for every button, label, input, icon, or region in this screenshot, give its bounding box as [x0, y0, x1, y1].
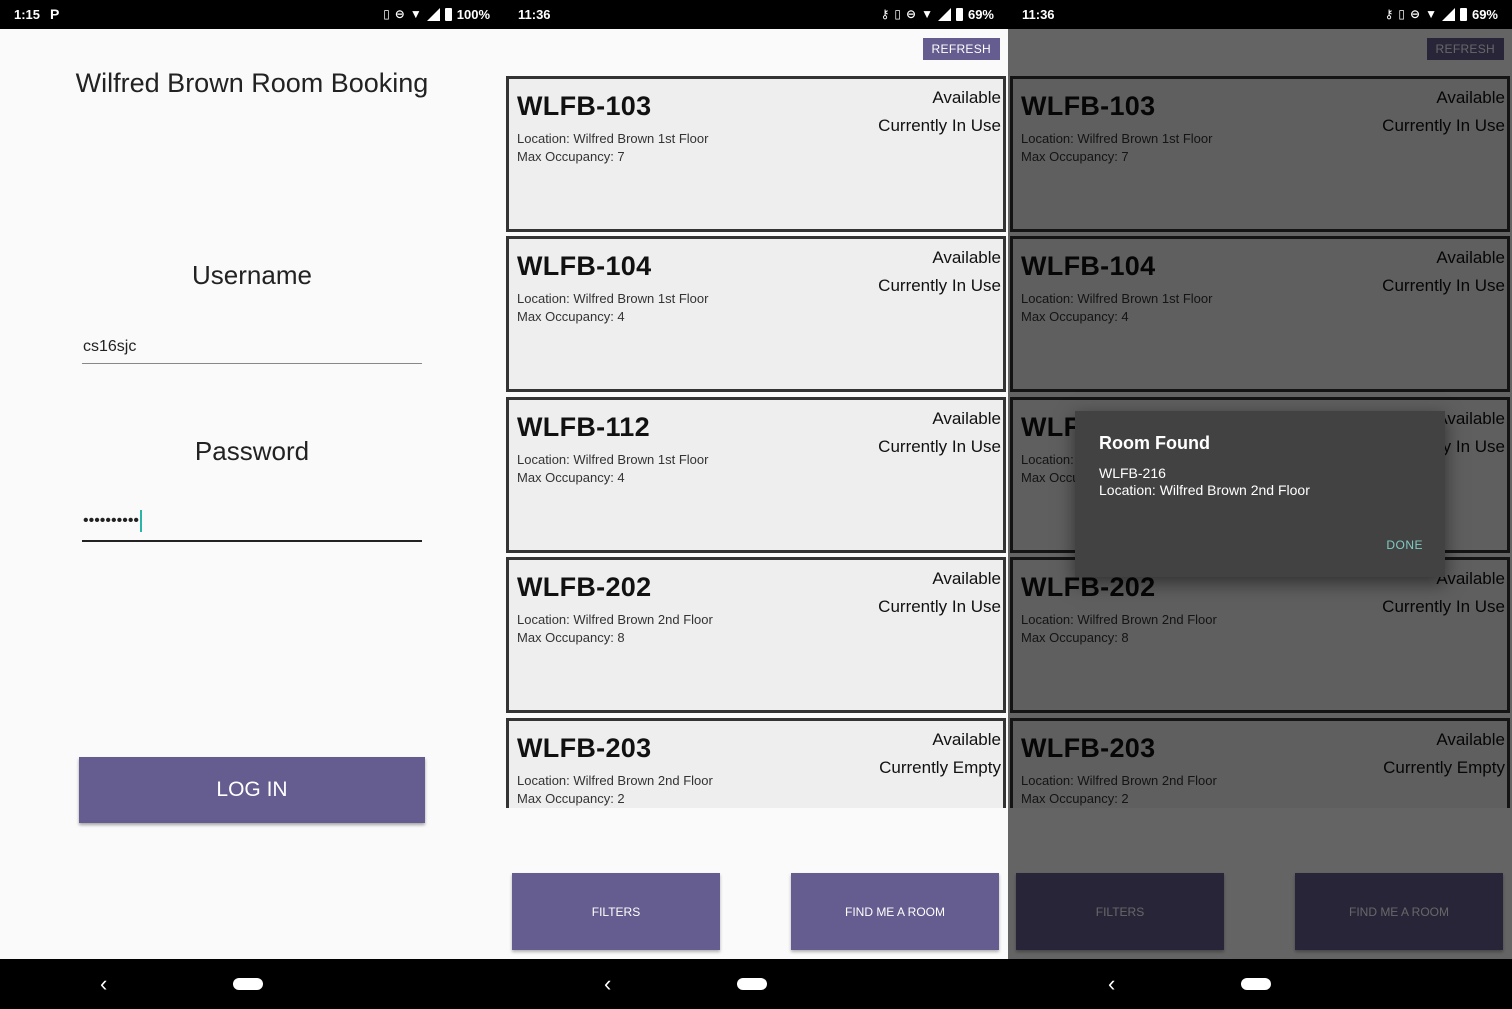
room-name: WLFB-202 — [517, 572, 652, 602]
home-pill-icon[interactable] — [1241, 978, 1271, 990]
signal-icon — [426, 7, 440, 21]
password-value: •••••••••• — [83, 512, 140, 530]
wifi-icon: ▼ — [1425, 7, 1437, 21]
username-label: Username — [192, 260, 312, 290]
room-name: WLFB-104 — [517, 251, 652, 281]
username-underline — [82, 363, 422, 364]
username-input[interactable]: cs16sjc — [82, 338, 422, 356]
battery-percent: 69% — [967, 6, 994, 22]
room-location: Location: Wilfred Brown 1st Floor — [517, 452, 709, 467]
room-status: Currently Empty — [879, 758, 1001, 777]
room-card[interactable]: WLFB-104 Location: Wilfred Brown 1st Flo… — [506, 236, 1006, 392]
vpn-key-icon: ⚷ — [880, 7, 890, 21]
room-card[interactable]: WLFB-202 Location: Wilfred Brown 2nd Flo… — [506, 557, 1006, 713]
status-bar: 1:15 P ▯ ⊖ ▼ 100% — [0, 0, 504, 29]
room-list[interactable]: WLFB-103 Location: Wilfred Brown 1st Flo… — [506, 76, 1006, 808]
wifi-icon: ▼ — [409, 7, 422, 21]
status-time: 11:36 — [518, 7, 551, 22]
password-label: Password — [194, 436, 310, 466]
signal-icon — [937, 7, 951, 21]
home-pill-icon[interactable] — [233, 978, 263, 990]
dialog-room-name: WLFB-216 — [1099, 465, 1166, 481]
room-location: Location: Wilfred Brown 1st Floor — [517, 131, 709, 146]
room-name: WLFB-112 — [517, 412, 650, 442]
room-name: WLFB-103 — [517, 91, 652, 121]
room-status: Currently In Use — [878, 276, 1001, 295]
room-availability: Available — [932, 730, 1001, 749]
room-found-dialog: Room Found WLFB-216 Location: Wilfred Br… — [1075, 411, 1445, 577]
text-cursor — [140, 510, 143, 532]
back-icon[interactable]: ‹ — [100, 971, 107, 997]
vpn-key-icon: ⚷ — [1384, 7, 1394, 21]
nav-bar: ‹ — [1008, 959, 1512, 1009]
dialog-title: Room Found — [1099, 433, 1210, 453]
battery-icon — [444, 7, 452, 21]
room-found-screen: 11:36 ⚷ ▯ ⊖ ▼ 69% REFRESH WLFB-103 Locat… — [1008, 0, 1512, 1009]
room-list-screen: 11:36 ⚷ ▯ ⊖ ▼ 69% REFRESH WLFB-103 Locat… — [504, 0, 1008, 1009]
status-bar: 11:36 ⚷ ▯ ⊖ ▼ 69% — [1008, 0, 1512, 29]
room-occupancy: Max Occupancy: 7 — [517, 149, 625, 164]
room-card[interactable]: WLFB-203 Location: Wilfred Brown 2nd Flo… — [506, 718, 1006, 808]
refresh-button[interactable]: REFRESH — [922, 38, 1000, 60]
room-occupancy: Max Occupancy: 4 — [517, 309, 625, 324]
room-location: Location: Wilfred Brown 1st Floor — [517, 291, 709, 306]
status-time: 11:36 — [1022, 7, 1055, 22]
room-occupancy: Max Occupancy: 4 — [517, 470, 625, 485]
room-status: Currently In Use — [878, 116, 1001, 135]
parking-app-icon: P — [50, 6, 60, 22]
login-button[interactable]: LOG IN — [79, 757, 425, 823]
filters-button[interactable]: FILTERS — [512, 873, 720, 950]
vibrate-icon: ▯ — [1398, 7, 1406, 21]
battery-icon — [1459, 7, 1467, 21]
status-bar: 11:36 ⚷ ▯ ⊖ ▼ 69% — [504, 0, 1008, 29]
battery-icon — [955, 7, 963, 21]
room-name: WLFB-203 — [517, 733, 652, 763]
room-availability: Available — [932, 88, 1001, 107]
room-card[interactable]: WLFB-103 Location: Wilfred Brown 1st Flo… — [506, 76, 1006, 232]
app-title: Wilfred Brown Room Booking — [75, 68, 429, 98]
nav-bar: ‹ — [0, 959, 504, 1009]
login-screen: 1:15 P ▯ ⊖ ▼ 100% Wilfred Brown Room Boo… — [0, 0, 504, 1009]
wifi-icon: ▼ — [921, 7, 933, 21]
dnd-icon: ⊖ — [394, 7, 405, 21]
room-location: Location: Wilfred Brown 2nd Floor — [517, 773, 713, 788]
room-occupancy: Max Occupancy: 8 — [517, 630, 625, 645]
password-underline — [82, 540, 422, 542]
nav-bar: ‹ — [504, 959, 1008, 1009]
battery-percent: 100% — [456, 6, 490, 22]
find-room-button[interactable]: FIND ME A ROOM — [791, 873, 999, 950]
back-icon[interactable]: ‹ — [604, 971, 611, 997]
room-location: Location: Wilfred Brown 2nd Floor — [517, 612, 713, 627]
back-icon[interactable]: ‹ — [1108, 971, 1115, 997]
password-input[interactable]: •••••••••• — [82, 510, 422, 532]
room-availability: Available — [932, 248, 1001, 267]
done-button[interactable]: DONE — [1386, 538, 1423, 552]
room-status: Currently In Use — [878, 437, 1001, 456]
dnd-icon: ⊖ — [1410, 7, 1421, 21]
status-time: 1:15 — [14, 7, 41, 22]
room-availability: Available — [932, 409, 1001, 428]
vibrate-icon: ▯ — [383, 7, 390, 21]
room-card[interactable]: WLFB-112 Location: Wilfred Brown 1st Flo… — [506, 397, 1006, 553]
dialog-room-location: Location: Wilfred Brown 2nd Floor — [1099, 482, 1310, 498]
signal-icon — [1441, 7, 1455, 21]
vibrate-icon: ▯ — [894, 7, 902, 21]
room-availability: Available — [932, 569, 1001, 588]
battery-percent: 69% — [1471, 6, 1498, 22]
room-status: Currently In Use — [878, 597, 1001, 616]
dnd-icon: ⊖ — [906, 7, 917, 21]
room-occupancy: Max Occupancy: 2 — [517, 791, 625, 806]
home-pill-icon[interactable] — [737, 978, 767, 990]
